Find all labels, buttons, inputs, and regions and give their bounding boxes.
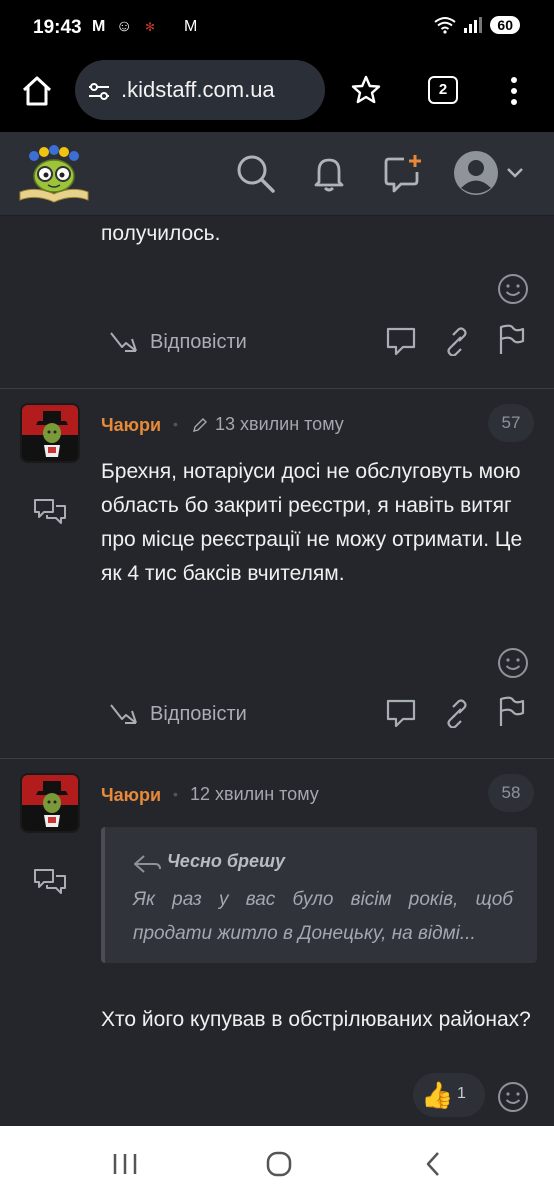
- post-text: Хто його купував в обстрілюваних районах…: [101, 1008, 531, 1031]
- post-author[interactable]: Чаюри: [101, 415, 161, 436]
- edited-pencil-icon: [193, 418, 207, 432]
- reaction-like-button[interactable]: 👍 1: [413, 1073, 485, 1117]
- separator-dot: •: [173, 416, 178, 432]
- post-text: получилось.: [101, 222, 221, 245]
- reply-icon[interactable]: [108, 327, 140, 355]
- search-icon[interactable]: [234, 152, 276, 194]
- post-58: Чаюри • 12 хвилин тому 58 Чесно брешу Як…: [0, 758, 554, 1126]
- tab-switcher-button[interactable]: 2: [428, 76, 458, 104]
- home-icon[interactable]: [20, 74, 54, 108]
- comment-icon[interactable]: [384, 325, 418, 357]
- gmail-icon: M: [92, 18, 106, 35]
- address-bar[interactable]: .kidstaff.com.ua: [75, 60, 325, 120]
- multi-quote-icon[interactable]: [33, 867, 67, 897]
- quote-text: Як раз у вас було вісім років, щоб прода…: [133, 889, 513, 944]
- post-actions: Відповісти: [108, 323, 528, 363]
- site-logo[interactable]: [16, 142, 92, 206]
- separator-dot: •: [173, 786, 178, 802]
- home-nav-icon[interactable]: [264, 1150, 294, 1178]
- quote-block[interactable]: Чесно брешу Як раз у вас було вісім рокі…: [101, 827, 537, 963]
- status-bar: 19:43 M M ☺ ✻ 60: [0, 0, 554, 56]
- reply-button[interactable]: Відповісти: [150, 331, 247, 354]
- avatar[interactable]: [20, 403, 80, 463]
- url-text[interactable]: .kidstaff.com.ua: [121, 77, 275, 103]
- avatar[interactable]: [20, 773, 80, 833]
- post-number-badge[interactable]: 58: [488, 774, 534, 812]
- avatar-image: [22, 775, 78, 831]
- thread-content: получилось. Відповісти Чаюри • 13 хвилин…: [0, 216, 554, 1126]
- post-actions: Відповісти: [108, 695, 528, 735]
- new-message-icon[interactable]: [382, 152, 424, 194]
- post-author[interactable]: Чаюри: [101, 785, 161, 806]
- post-57: Чаюри • 13 хвилин тому 57 Брехня, нотарі…: [0, 388, 554, 758]
- post-text: Брехня, нотаріуси досі не обслуговуть мо…: [101, 460, 523, 585]
- flag-icon[interactable]: [496, 696, 526, 728]
- reaction-count: 1: [457, 1085, 466, 1102]
- back-nav-icon[interactable]: [420, 1150, 450, 1178]
- add-reaction-icon[interactable]: [497, 1081, 529, 1113]
- wifi-icon: [434, 17, 457, 34]
- status-time: 19:43: [33, 17, 82, 38]
- flag-icon[interactable]: [496, 324, 526, 356]
- quote-back-arrow-icon[interactable]: [133, 853, 161, 875]
- quote-author[interactable]: Чесно брешу: [167, 851, 285, 872]
- post-number-badge[interactable]: 57: [488, 404, 534, 442]
- thumbs-up-icon: 👍: [421, 1080, 454, 1110]
- multi-quote-icon[interactable]: [33, 497, 67, 527]
- link-icon[interactable]: [442, 326, 472, 356]
- user-avatar-icon[interactable]: [452, 149, 500, 197]
- add-reaction-icon[interactable]: [497, 273, 529, 305]
- recent-apps-icon[interactable]: [110, 1150, 140, 1178]
- add-reaction-icon[interactable]: [497, 647, 529, 679]
- avatar-image: [22, 405, 78, 461]
- reply-icon[interactable]: [108, 699, 140, 727]
- more-menu-icon[interactable]: [504, 74, 524, 108]
- comment-icon[interactable]: [384, 697, 418, 729]
- chevron-down-icon[interactable]: [504, 162, 526, 184]
- notification-dot-icon: ✻: [145, 20, 156, 34]
- bookmark-star-icon[interactable]: [350, 74, 382, 106]
- reply-button[interactable]: Відповісти: [150, 703, 247, 726]
- post-time[interactable]: 12 хвилин тому: [190, 784, 319, 805]
- system-nav-bar: [0, 1126, 554, 1200]
- emoji-app-icon: ☺: [116, 18, 133, 35]
- post-previous: получилось. Відповісти: [0, 216, 554, 388]
- link-icon[interactable]: [442, 698, 472, 728]
- signal-icon: [464, 17, 483, 33]
- browser-toolbar: .kidstaff.com.ua 2: [0, 56, 554, 132]
- site-settings-icon[interactable]: [87, 79, 111, 103]
- gmail-icon: M: [184, 18, 198, 35]
- bell-icon[interactable]: [308, 152, 350, 194]
- post-time[interactable]: 13 хвилин тому: [215, 414, 344, 435]
- battery-indicator: 60: [490, 16, 520, 34]
- site-header: [0, 132, 554, 216]
